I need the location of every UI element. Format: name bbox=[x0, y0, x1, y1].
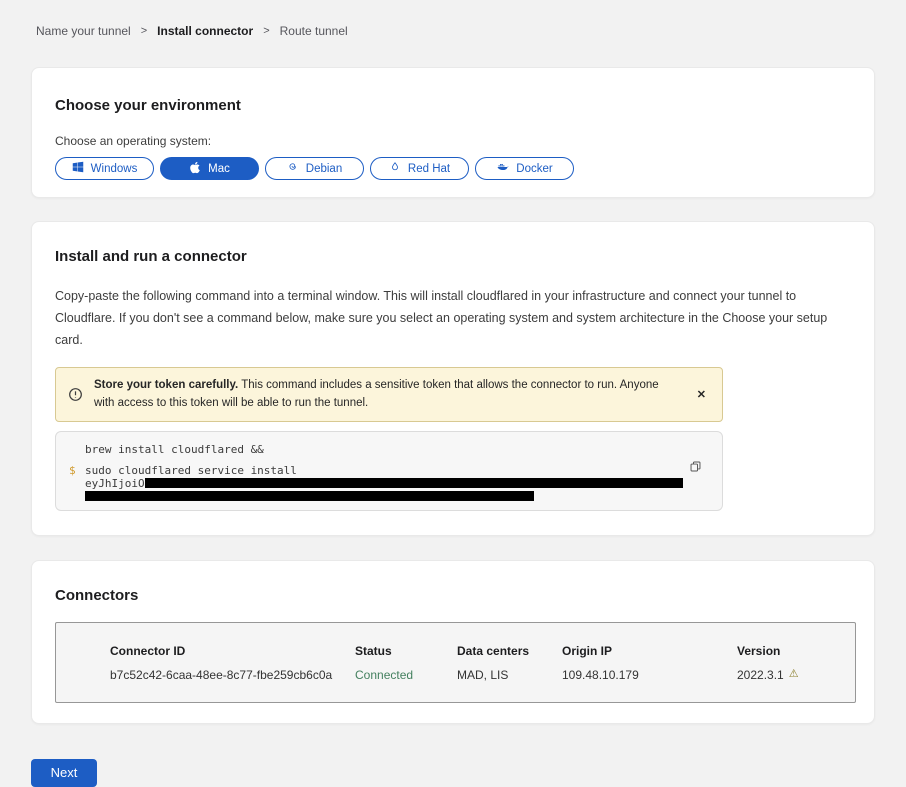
os-button-label: Windows bbox=[91, 163, 138, 175]
os-select-label: Choose an operating system: bbox=[55, 134, 851, 148]
token-warning-banner: Store your token carefully. This command… bbox=[55, 367, 723, 422]
os-button-label: Docker bbox=[516, 163, 552, 175]
breadcrumb-step-install-connector[interactable]: Install connector bbox=[157, 24, 253, 38]
token-warning-text: Store your token carefully. This command… bbox=[94, 376, 693, 413]
col-version: Version bbox=[737, 644, 855, 658]
connectors-card-title: Connectors bbox=[55, 587, 851, 604]
copy-icon[interactable] bbox=[689, 460, 702, 473]
debian-icon bbox=[287, 161, 299, 176]
install-command-codeblock: brew install cloudflared && $ sudo cloud… bbox=[55, 431, 723, 511]
install-card-title: Install and run a connector bbox=[55, 248, 851, 265]
token-warning-bold: Store your token carefully. bbox=[94, 379, 238, 391]
version-warning-icon: ⚠ bbox=[789, 669, 799, 680]
code-line-token: eyJhIjoiO bbox=[85, 478, 708, 489]
token-redaction-bar bbox=[85, 491, 534, 501]
col-status: Status bbox=[355, 644, 457, 658]
close-icon[interactable]: ✕ bbox=[693, 386, 710, 403]
origin-ip-value: 109.48.10.179 bbox=[562, 668, 737, 682]
breadcrumb: Name your tunnel > Install connector > R… bbox=[0, 0, 906, 38]
redhat-icon bbox=[389, 161, 401, 176]
col-connector-id: Connector ID bbox=[110, 644, 355, 658]
os-button-docker[interactable]: Docker bbox=[475, 157, 574, 180]
connector-id-value: b7c52c42-6caa-48ee-8c77-fbe259cb6c0a bbox=[110, 668, 355, 682]
token-prefix: eyJhIjoiO bbox=[85, 478, 145, 489]
code-line-service-install: sudo cloudflared service install bbox=[85, 465, 708, 476]
breadcrumb-step-route-tunnel[interactable]: Route tunnel bbox=[280, 24, 348, 38]
environment-card-title: Choose your environment bbox=[55, 97, 851, 114]
alert-circle-icon bbox=[68, 387, 83, 402]
install-instructions: Copy-paste the following command into a … bbox=[55, 285, 851, 351]
col-data-centers: Data centers bbox=[457, 644, 562, 658]
docker-icon bbox=[496, 161, 509, 176]
next-button[interactable]: Next bbox=[31, 759, 97, 787]
version-value: 2022.3.1 ⚠ bbox=[737, 668, 855, 682]
breadcrumb-separator: > bbox=[141, 25, 147, 37]
os-button-label: Debian bbox=[306, 163, 342, 175]
choose-environment-card: Choose your environment Choose an operat… bbox=[31, 67, 875, 198]
connectors-table-header: Connector ID Status Data centers Origin … bbox=[110, 644, 855, 658]
os-button-windows[interactable]: Windows bbox=[55, 157, 154, 180]
col-origin-ip: Origin IP bbox=[562, 644, 737, 658]
os-button-group: Windows Mac Debian Red Hat Docker bbox=[55, 157, 851, 180]
code-line-brew-install: brew install cloudflared && bbox=[85, 444, 708, 455]
breadcrumb-step-name-your-tunnel[interactable]: Name your tunnel bbox=[36, 24, 131, 38]
status-badge: Connected bbox=[355, 668, 457, 682]
breadcrumb-separator: > bbox=[263, 25, 269, 37]
shell-prompt: $ bbox=[69, 465, 76, 476]
data-centers-value: MAD, LIS bbox=[457, 668, 562, 682]
apple-icon bbox=[189, 161, 201, 177]
os-button-label: Red Hat bbox=[408, 163, 450, 175]
windows-icon bbox=[72, 161, 84, 176]
token-redaction-bar bbox=[145, 478, 683, 488]
version-number: 2022.3.1 bbox=[737, 668, 784, 682]
os-button-mac[interactable]: Mac bbox=[160, 157, 259, 180]
install-connector-card: Install and run a connector Copy-paste t… bbox=[31, 221, 875, 536]
os-button-redhat[interactable]: Red Hat bbox=[370, 157, 469, 180]
os-button-label: Mac bbox=[208, 163, 230, 175]
connector-row: b7c52c42-6caa-48ee-8c77-fbe259cb6c0a Con… bbox=[110, 668, 855, 682]
connectors-table: Connector ID Status Data centers Origin … bbox=[55, 622, 856, 703]
os-button-debian[interactable]: Debian bbox=[265, 157, 364, 180]
connectors-card: Connectors Connector ID Status Data cent… bbox=[31, 560, 875, 724]
